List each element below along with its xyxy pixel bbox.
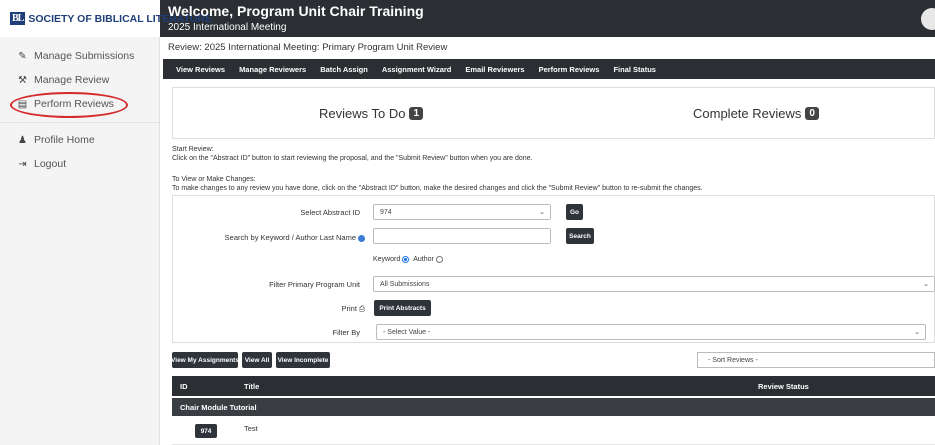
view-all-button[interactable]: View All	[242, 352, 272, 368]
search-mode-radios: Keyword Author	[373, 256, 447, 263]
printer-icon: ⎙	[359, 304, 365, 313]
filter-unit-value: All Submissions	[380, 280, 430, 288]
go-button[interactable]: Go	[566, 204, 583, 220]
row-title: Test	[244, 424, 258, 433]
nav-batch-assign[interactable]: Batch Assign	[320, 65, 368, 74]
filter-by-select[interactable]: - Select Value - ⌄	[376, 324, 926, 340]
filter-by-value: - Select Value -	[383, 328, 431, 336]
radio-author[interactable]	[435, 256, 443, 263]
filter-by-label: Filter By	[332, 328, 360, 337]
site-logo[interactable]: BL SOCIETY OF BIBLICAL LITERATURE	[0, 0, 212, 37]
radio-keyword-label: Keyword	[373, 256, 401, 263]
pencil-icon: ✎	[18, 50, 27, 62]
filter-panel	[172, 195, 935, 343]
table-header: ID Title Review Status	[172, 376, 935, 396]
review-nav-bar: View Reviews Manage Reviewers Batch Assi…	[163, 59, 935, 79]
search-button[interactable]: Search	[566, 228, 594, 244]
avatar[interactable]	[921, 8, 935, 30]
sort-reviews-value: - Sort Reviews -	[708, 356, 758, 364]
start-review-text: Click on the "Abstract ID" button to sta…	[172, 155, 533, 162]
review-summary: Reviews To Do 1 Complete Reviews 0	[172, 87, 935, 139]
info-icon[interactable]	[358, 234, 365, 242]
nav-final-status[interactable]: Final Status	[613, 65, 656, 74]
table-group-row: Chair Module Tutorial	[172, 398, 935, 416]
view-incomplete-button[interactable]: View Incomplete	[276, 352, 330, 368]
changes-text: To make changes to any review you have d…	[172, 185, 703, 192]
sidebar-divider	[0, 122, 160, 123]
view-my-assignments-button[interactable]: View My Assignments	[171, 352, 239, 368]
reviews-todo-count: 1	[409, 107, 424, 120]
changes-heading: To View or Make Changes:	[172, 176, 256, 183]
abstract-id-button[interactable]: 974	[195, 424, 217, 438]
highlight-annotation	[10, 92, 128, 118]
reviews-todo[interactable]: Reviews To Do 1	[319, 106, 424, 121]
search-label: Search by Keyword / Author Last Name	[225, 233, 365, 242]
abstract-id-select[interactable]: 974 ⌄	[373, 204, 551, 220]
abstract-id-value: 974	[380, 208, 392, 216]
user-icon: ♟	[18, 134, 27, 146]
sidebar-item-profile-home[interactable]: ♟ Profile Home	[17, 134, 95, 146]
nav-assignment-wizard[interactable]: Assignment Wizard	[382, 65, 452, 74]
select-abstract-label: Select Abstract ID	[300, 208, 360, 217]
filter-unit-select[interactable]: All Submissions ⌄	[373, 276, 935, 292]
complete-reviews-count: 0	[805, 107, 819, 120]
table-row: 974 Test	[172, 417, 935, 445]
column-header-title[interactable]: Title	[244, 382, 259, 391]
nav-email-reviewers[interactable]: Email Reviewers	[465, 65, 524, 74]
sidebar-item-label: Manage Submissions	[34, 50, 135, 62]
sidebar-item-manage-submissions[interactable]: ✎ Manage Submissions	[17, 50, 134, 62]
sidebar-item-label: Logout	[34, 158, 67, 170]
complete-reviews[interactable]: Complete Reviews 0	[693, 106, 819, 121]
page-title: Review: 2025 International Meeting: Prim…	[168, 42, 448, 53]
print-abstracts-button[interactable]: Print Abstracts	[374, 300, 431, 316]
sidebar-item-manage-review[interactable]: ⚒ Manage Review	[17, 74, 109, 86]
complete-reviews-label: Complete Reviews	[693, 106, 802, 121]
sidebar-item-label: Manage Review	[34, 74, 110, 86]
nav-manage-reviewers[interactable]: Manage Reviewers	[239, 65, 306, 74]
nav-view-reviews[interactable]: View Reviews	[176, 65, 225, 74]
top-header: BL SOCIETY OF BIBLICAL LITERATURE Welcom…	[0, 0, 935, 37]
sort-reviews-select[interactable]: - Sort Reviews -	[697, 352, 935, 368]
column-header-review-status[interactable]: Review Status	[758, 382, 809, 391]
welcome-title: Welcome, Program Unit Chair Training	[168, 3, 424, 19]
reviews-todo-label: Reviews To Do	[319, 106, 406, 121]
welcome-subtitle: 2025 International Meeting	[168, 22, 287, 33]
chevron-down-icon: ⌄	[914, 329, 920, 336]
column-header-id[interactable]: ID	[180, 382, 188, 391]
print-label: Print ⎙	[341, 304, 365, 314]
start-review-heading: Start Review:	[172, 146, 214, 153]
nav-perform-reviews[interactable]: Perform Reviews	[539, 65, 600, 74]
search-label-text: Search by Keyword / Author Last Name	[224, 233, 356, 242]
welcome-block: Welcome, Program Unit Chair Training 202…	[168, 3, 424, 33]
logout-icon: ⇥	[18, 158, 27, 170]
logo-mark: BL	[10, 12, 26, 25]
filter-unit-label: Filter Primary Program Unit	[269, 280, 360, 289]
search-input[interactable]	[373, 228, 551, 244]
sidebar-item-logout[interactable]: ⇥ Logout	[17, 158, 66, 170]
print-label-text: Print	[341, 304, 357, 313]
radio-author-label: Author	[413, 256, 434, 263]
chevron-down-icon: ⌄	[539, 209, 545, 216]
sidebar-item-label: Profile Home	[34, 134, 95, 146]
chevron-down-icon: ⌄	[923, 281, 929, 288]
gavel-icon: ⚒	[18, 74, 27, 86]
radio-keyword[interactable]	[402, 256, 410, 263]
